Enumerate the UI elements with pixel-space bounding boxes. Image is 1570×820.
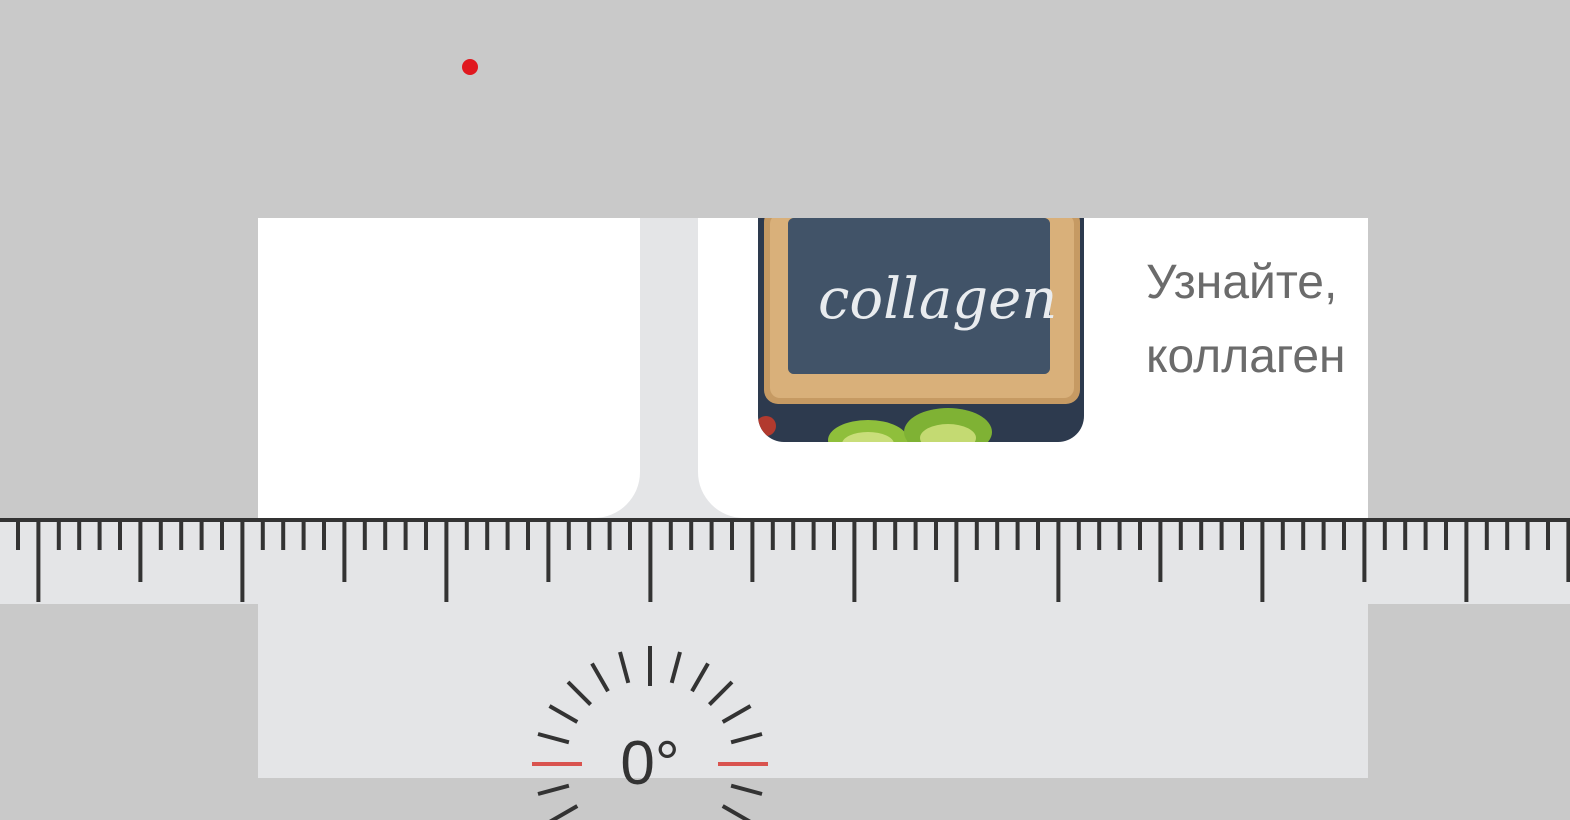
protractor-tick bbox=[721, 804, 752, 820]
content-viewport: collagen Узнайте, коллаген bbox=[258, 218, 1368, 778]
screen: collagen Узнайте, коллаген 0° bbox=[0, 0, 1570, 820]
protractor-tick bbox=[669, 651, 682, 684]
chalkboard-caption: collagen bbox=[818, 267, 1057, 332]
protractor-tick bbox=[566, 680, 593, 707]
protractor-tick bbox=[707, 680, 734, 707]
protractor-tick bbox=[721, 704, 752, 724]
article-card[interactable]: collagen Узнайте, коллаген bbox=[698, 218, 1368, 518]
ruler-icon[interactable] bbox=[0, 518, 1570, 604]
protractor-tick bbox=[548, 704, 579, 724]
article-teaser-line-1: Узнайте, bbox=[1146, 256, 1338, 309]
protractor-tick bbox=[618, 651, 631, 684]
protractor-tick bbox=[730, 732, 763, 745]
article-teaser-line-2: коллаген bbox=[1146, 330, 1346, 383]
left-card[interactable] bbox=[258, 218, 640, 518]
red-dot-indicator bbox=[462, 59, 478, 75]
protractor-tick bbox=[537, 783, 570, 796]
angle-readout: 0° bbox=[620, 729, 680, 798]
protractor-tick bbox=[537, 732, 570, 745]
protractor-tick bbox=[690, 662, 710, 693]
collagen-chalkboard-graphic: collagen bbox=[758, 218, 1084, 442]
article-teaser-text[interactable]: Узнайте, коллаген bbox=[1146, 246, 1368, 394]
protractor-tick bbox=[590, 662, 610, 693]
protractor-tick bbox=[730, 783, 763, 796]
protractor-tick bbox=[548, 804, 579, 820]
collagen-chalkboard-image[interactable]: collagen bbox=[758, 218, 1084, 442]
